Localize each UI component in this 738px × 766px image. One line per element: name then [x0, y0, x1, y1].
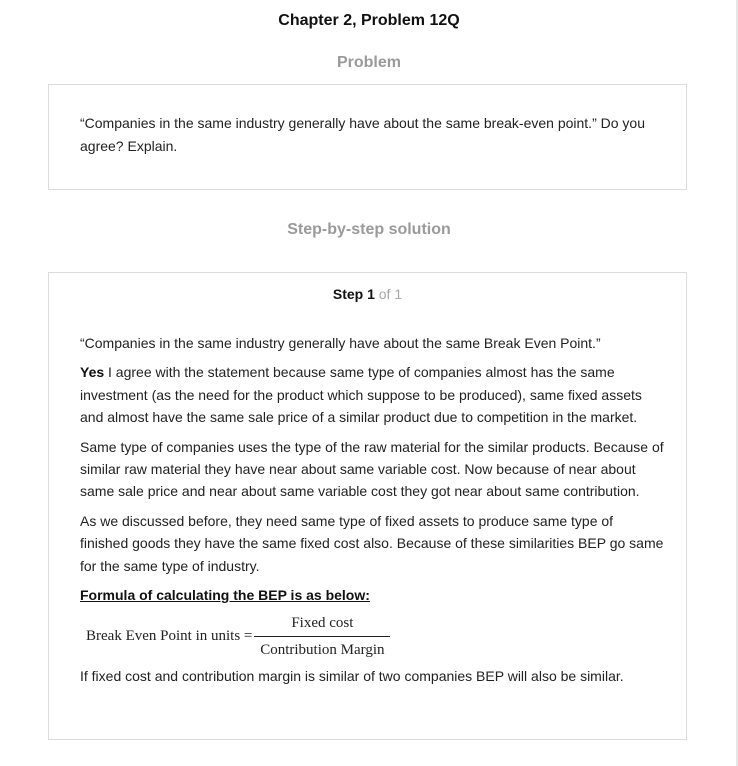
yes-word: Yes	[80, 364, 105, 381]
step-label: Step 1	[332, 286, 375, 302]
step-total: of 1	[378, 286, 403, 302]
problem-text: “Companies in the same industry generall…	[80, 115, 645, 154]
formula-denominator: Contribution Margin	[260, 641, 385, 658]
solution-heading: Step-by-step solution	[287, 221, 451, 238]
formula-numerator: Fixed cost	[254, 612, 391, 637]
solution-box: Step 1 of 1 “Companies in the same indus…	[48, 272, 687, 740]
problem-heading: Problem	[336, 54, 401, 71]
solution-conclusion: If fixed cost and contribution margin is…	[80, 668, 624, 685]
bep-formula: Break Even Point in units = Fixed cost C…	[86, 613, 665, 659]
solution-paragraph-2: Same type of companies uses the type of …	[80, 438, 664, 500]
solution-quote: “Companies in the same industry generall…	[80, 335, 601, 351]
solution-paragraph-1: Yes I agree with the statement because s…	[80, 361, 665, 428]
problem-box: “Companies in the same industry generall…	[48, 84, 687, 190]
step-indicator: Step 1 of 1	[49, 286, 686, 302]
formula-heading: Formula of calculating the BEP is as bel…	[80, 587, 370, 604]
solution-paragraph-1-text: I agree with the statement because same …	[80, 364, 642, 426]
solution-paragraph-3: As we discussed before, they need same t…	[80, 512, 664, 574]
page-title: Chapter 2, Problem 12Q	[278, 12, 460, 29]
formula-lhs: Break Even Point in units =	[86, 628, 253, 645]
solution-content: “Companies in the same industry generall…	[80, 332, 665, 695]
formula-fraction: Fixed cost Contribution Margin	[254, 612, 391, 662]
